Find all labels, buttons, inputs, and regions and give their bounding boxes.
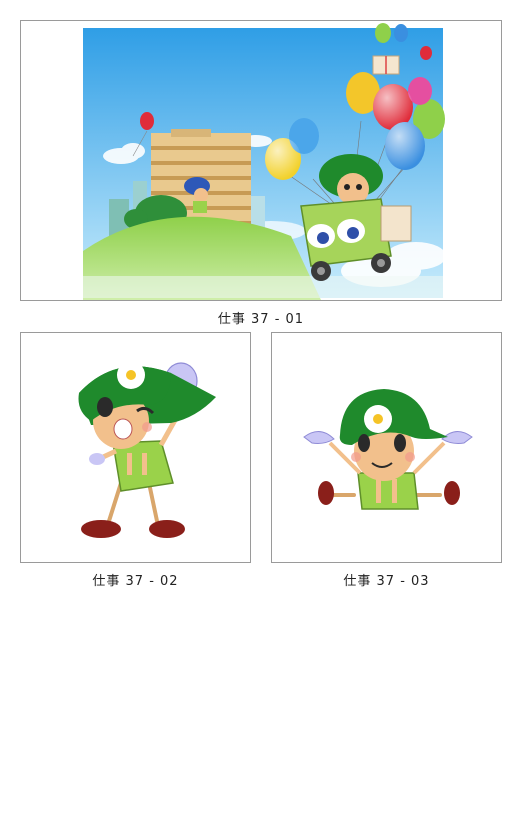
shoes	[81, 520, 185, 538]
flower-emblem	[364, 405, 392, 433]
figure-03-frame	[271, 332, 502, 563]
flower-emblem	[117, 361, 145, 389]
figure-02-illustration	[78, 361, 216, 538]
figure-03-illustration	[303, 389, 473, 510]
figure-02-frame	[20, 332, 251, 563]
figure-01-caption: 仕事 37 - 01	[217, 312, 305, 327]
flying-parcel	[372, 55, 400, 75]
figure-02-caption: 仕事 37 - 02	[92, 574, 179, 589]
left-glove	[89, 453, 105, 465]
figure-03-caption: 仕事 37 - 03	[343, 574, 430, 589]
figure-01-illustration	[83, 23, 446, 300]
figure-01-frame	[20, 20, 502, 301]
